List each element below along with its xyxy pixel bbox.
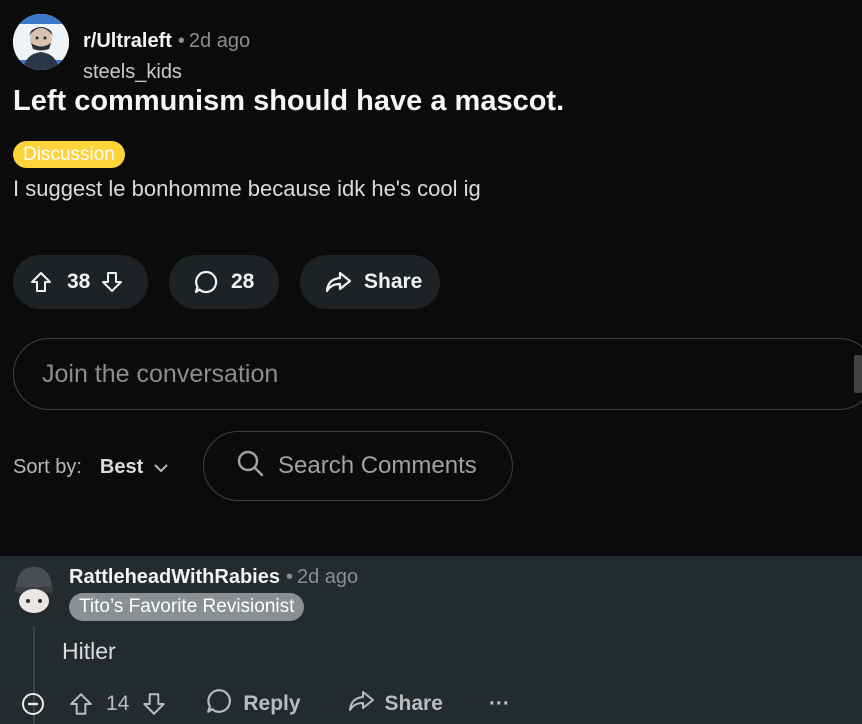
comment-upvote-icon[interactable] [68, 691, 94, 717]
post-flair[interactable]: Discussion [13, 141, 125, 168]
reply-label: Reply [243, 692, 301, 715]
downvote-icon[interactable] [100, 270, 124, 294]
vote-count: 38 [67, 270, 91, 293]
post-title: Left communism should have a mascot. [13, 85, 565, 117]
collapse-icon[interactable] [20, 691, 46, 717]
post-header: r/Ultraleft • 2d ago steels_kids [13, 14, 853, 83]
upvote-icon[interactable] [29, 270, 53, 294]
user-flair: Tito’s Favorite Revisionist [69, 593, 305, 621]
meta-separator: • [285, 566, 293, 588]
comment-count: 28 [231, 270, 255, 293]
scrollbar[interactable] [854, 355, 862, 393]
share-label: Share [364, 270, 423, 293]
comments-button[interactable]: 28 [169, 255, 279, 309]
meta-separator: • [177, 30, 185, 52]
subreddit-avatar-icon[interactable] [13, 14, 69, 70]
search-comments-input[interactable]: Search Comments [203, 431, 513, 501]
post-time: 2d ago [188, 30, 251, 52]
comment-body: Hitler [62, 638, 116, 664]
comment-actions: 14 Reply Share ··· [20, 688, 510, 720]
post-author[interactable]: steels_kids [83, 60, 182, 84]
sort-label: Sort by: [13, 456, 82, 478]
comment-share-button[interactable]: Share [347, 689, 443, 719]
chevron-down-icon [153, 454, 169, 480]
post-body: I suggest le bonhomme because idk he's c… [13, 176, 481, 201]
search-placeholder: Search Comments [278, 452, 477, 479]
comment-vote-count: 14 [106, 692, 130, 715]
search-icon [236, 449, 264, 484]
share-icon [324, 270, 352, 294]
share-button[interactable]: Share [300, 255, 440, 309]
comment-input[interactable]: Join the conversation [13, 338, 862, 410]
more-icon[interactable]: ··· [489, 692, 510, 716]
sort-dropdown[interactable]: Sort by: Best [13, 454, 169, 480]
subreddit-name[interactable]: r/Ultraleft [83, 30, 172, 52]
comment-downvote-icon[interactable] [141, 691, 167, 717]
comment-icon [193, 269, 219, 295]
comment-time: 2d ago [296, 566, 359, 588]
post-meta: r/Ultraleft • 2d ago [83, 29, 250, 53]
vote-bar: 38 [13, 255, 148, 309]
reply-icon [205, 687, 233, 721]
comment-meta: RattleheadWithRabies • 2d ago [69, 565, 358, 589]
comment-share-label: Share [384, 692, 443, 715]
sort-value: Best [99, 456, 144, 478]
share-icon [347, 689, 375, 719]
comment-author[interactable]: RattleheadWithRabies [69, 566, 280, 588]
reply-button[interactable]: Reply [205, 687, 301, 721]
commenter-avatar[interactable] [12, 561, 56, 615]
